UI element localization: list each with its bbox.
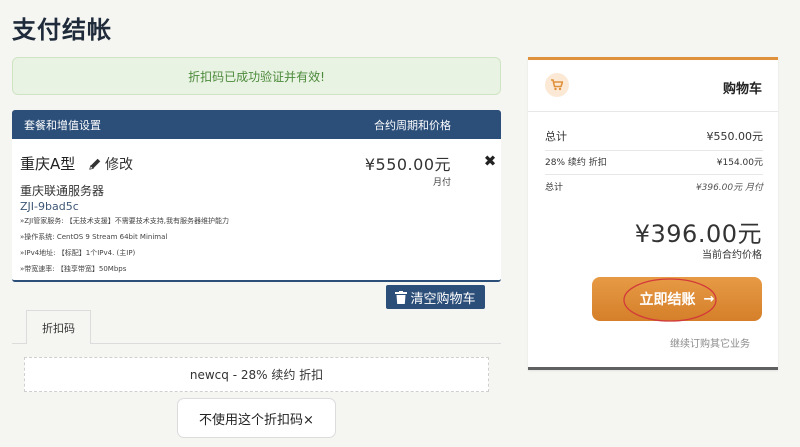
product-domain: ZJI-9bad5c <box>20 200 79 213</box>
product-group: 重庆联通服务器 <box>20 184 105 198</box>
discount-label: 28% 续约 折扣 <box>545 158 607 168</box>
cart-header: 购物车 <box>528 60 778 112</box>
cart-title: 购物车 <box>722 82 762 97</box>
page-title: 支付结帐 <box>12 16 112 44</box>
recurring-label: 总计 <box>545 183 564 193</box>
tab-promo-code[interactable]: 折扣码 <box>26 310 91 344</box>
checkout-label: 立即结账 <box>639 292 696 308</box>
spec-line: »ZJI管家服务: 【无技术支援】不需要技术支持,我有服务器维护能力 <box>20 217 230 225</box>
cart-icon <box>545 73 569 97</box>
order-summary: 购物车 总计 ¥550.00元 28% 续约 折扣 ¥154.00元 总计 ¥3… <box>528 57 778 370</box>
discount-value: ¥154.00元 <box>716 158 763 168</box>
header-package: 套餐和增值设置 <box>24 118 101 132</box>
product-panel: 套餐和增值设置 合约周期和价格 重庆A型 修改 ¥550.00元 月付 ✖ 重庆… <box>12 110 501 282</box>
empty-cart-button[interactable]: 清空购物车 <box>386 285 485 309</box>
total-due: ¥396.00元 <box>634 220 762 248</box>
checkout-button[interactable]: 立即结账 → <box>592 277 762 322</box>
product-name: 重庆A型 <box>20 155 76 173</box>
success-alert: 折扣码已成功验证并有效! <box>12 57 501 95</box>
alert-message: 折扣码已成功验证并有效! <box>188 69 325 84</box>
discount-row: 28% 续约 折扣 ¥154.00元 <box>545 155 763 175</box>
pencil-icon <box>89 158 101 170</box>
total-due-label: 当前合约价格 <box>702 250 762 261</box>
edit-product-link[interactable]: 修改 <box>88 154 133 174</box>
product-table-header: 套餐和增值设置 合约周期和价格 <box>12 110 501 139</box>
recurring-row: 总计 ¥396.00元 月付 <box>545 180 763 199</box>
billing-cycle: 月付 <box>432 178 451 188</box>
remove-promo-button[interactable]: 不使用这个折扣码× <box>177 398 336 438</box>
spec-line: »操作系统: CentOS 9 Stream 64bit Minimal <box>20 233 168 241</box>
subtotal-label: 总计 <box>545 130 567 143</box>
spec-line: »IPv4地址: 【标配】1个IPv4. (主IP) <box>20 249 136 257</box>
recurring-value: ¥396.00元 月付 <box>695 183 763 193</box>
spec-line: »带宽速率: 【独享带宽】50Mbps <box>20 265 127 273</box>
empty-cart-label: 清空购物车 <box>410 291 476 307</box>
applied-promo-text: newcq - 28% 续约 折扣 <box>189 368 324 382</box>
arrow-right-icon: → <box>703 291 715 307</box>
subtotal-value: ¥550.00元 <box>706 130 764 143</box>
promo-tab-label: 折扣码 <box>42 321 75 335</box>
remove-promo-label: 不使用这个折扣码× <box>199 412 314 428</box>
close-icon[interactable]: ✖ <box>483 154 497 169</box>
edit-label: 修改 <box>105 157 133 173</box>
continue-shopping-link[interactable]: 继续订购其它业务 <box>670 335 750 350</box>
trash-icon <box>395 290 408 304</box>
header-cycle-price: 合约周期和价格 <box>374 118 451 132</box>
applied-promo-code: newcq - 28% 续约 折扣 <box>24 357 489 392</box>
subtotal-row: 总计 ¥550.00元 <box>545 128 763 151</box>
product-price: ¥550.00元 <box>364 155 451 174</box>
